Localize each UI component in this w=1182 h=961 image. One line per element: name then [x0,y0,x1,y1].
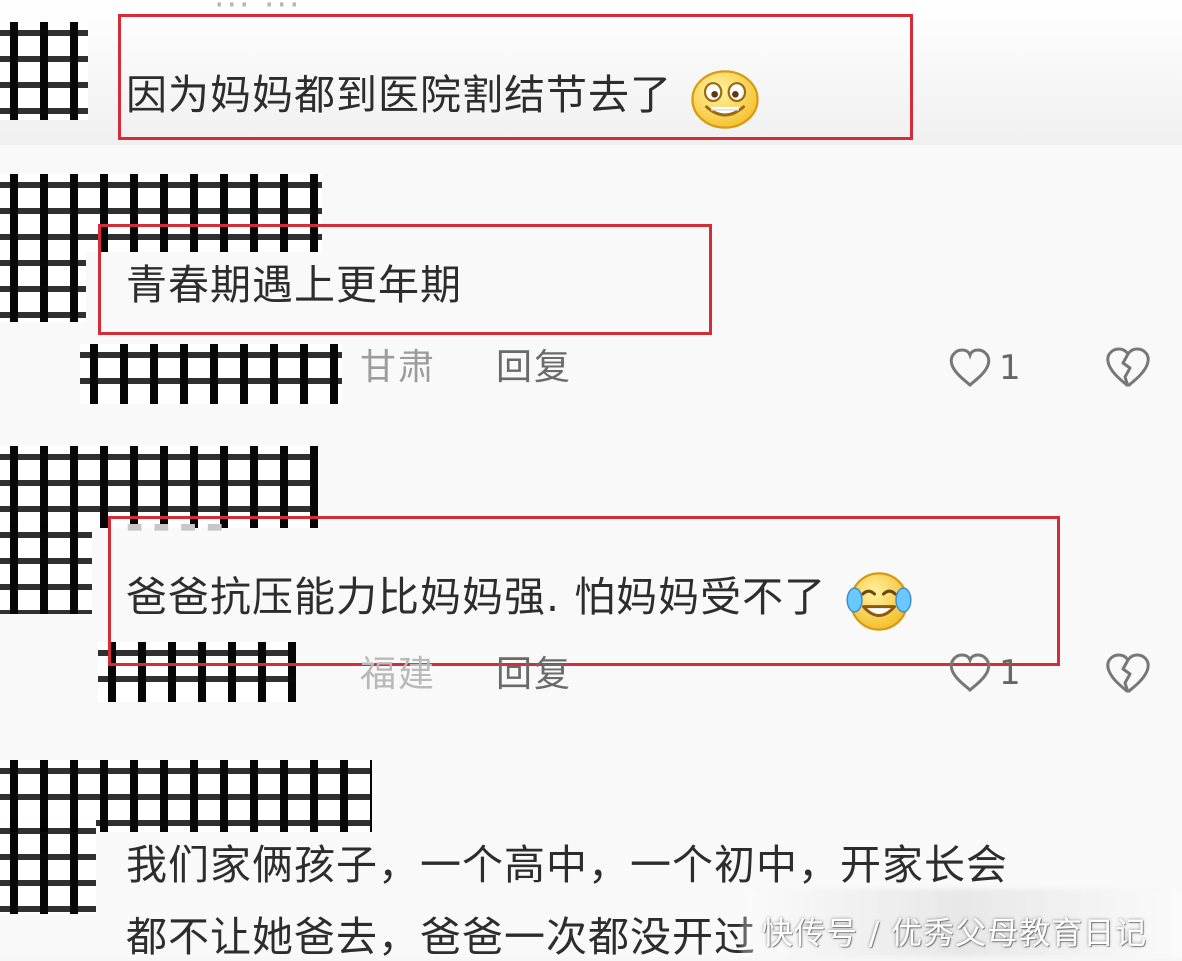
heart-outline-icon [949,348,991,388]
like-count-1: 1 [999,348,1021,388]
highlight-box-1 [118,14,913,140]
comment-text-4-line-1: 我们家俩孩子，一个高中，一个初中，开家长会 [126,841,1008,889]
heart-outline-icon [949,653,991,693]
dislike-button-2[interactable] [1104,652,1152,696]
broken-heart-icon [1106,347,1150,388]
highlight-box-2 [98,224,712,335]
like-count-2: 1 [999,653,1021,693]
bottom-watermark: 快传号 / 优秀父母教育日记 [762,916,1148,952]
like-button-1[interactable]: 1 [947,347,1021,389]
like-button-2[interactable]: 1 [947,652,1021,694]
location-2: 福建 [360,654,437,695]
masked-username-meta-1 [80,344,342,404]
masked-avatar-2 [0,524,92,614]
broken-heart-icon [1106,653,1150,694]
comment-text-4-line-2: 都不让她爸去，爸爸一次都没开过 [126,913,756,961]
reply-button-2[interactable]: 回复 [496,657,572,693]
masked-avatar-1 [0,252,86,322]
masked-avatar-3 [0,820,96,914]
highlight-box-3 [108,516,1060,666]
dislike-button-1[interactable] [1104,346,1152,390]
location-1: 甘肃 [360,347,437,388]
reply-button-1[interactable]: 回复 [496,350,572,386]
masked-avatar-top-left [0,22,88,120]
